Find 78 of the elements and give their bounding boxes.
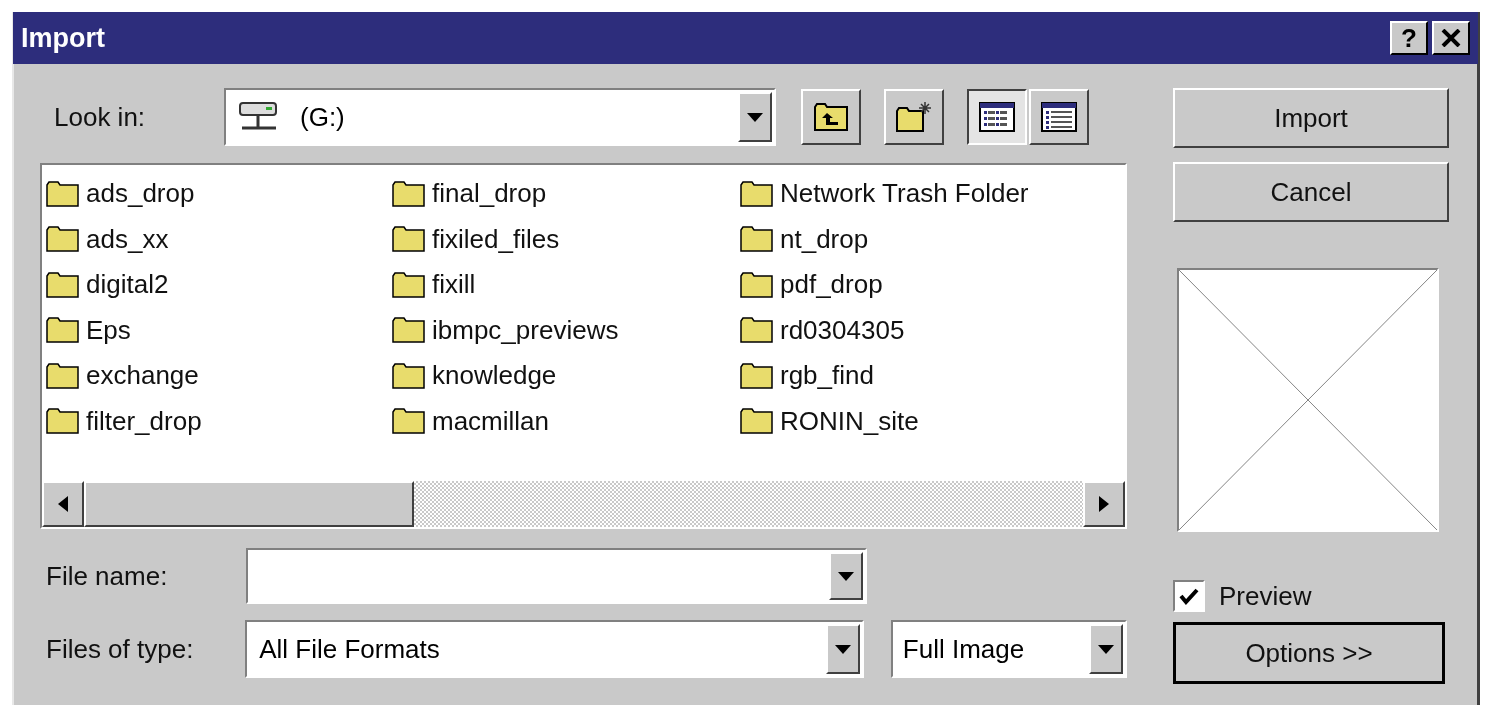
folder-name[interactable]: knowledge [432, 360, 557, 392]
options-button[interactable]: Options >> [1173, 622, 1445, 684]
folder-icon [740, 271, 774, 298]
caret-icon [1098, 644, 1114, 654]
dropdown-button[interactable] [1089, 624, 1123, 674]
folder-name[interactable]: pdf_drop [780, 269, 883, 301]
close-icon [1441, 29, 1461, 47]
scroll-right-button[interactable] [1083, 481, 1125, 527]
dropdown-button[interactable] [829, 552, 863, 600]
folder-name[interactable]: Eps [86, 314, 131, 346]
folder-icon [46, 408, 80, 435]
up-folder-button[interactable] [801, 89, 861, 145]
horizontal-scrollbar[interactable] [42, 481, 1125, 527]
new-folder-button[interactable] [884, 89, 944, 145]
folder-name[interactable]: filter_drop [86, 405, 202, 437]
folder-name[interactable]: fixill [432, 269, 476, 301]
folder-icon [740, 180, 774, 207]
scroll-left-button[interactable] [42, 481, 84, 527]
folder-icon [392, 362, 426, 389]
window-title: Import [21, 22, 106, 54]
folder-name[interactable]: digital2 [86, 269, 169, 301]
up-folder-icon [813, 102, 849, 132]
file-type-label: Files of type: [45, 633, 195, 665]
folder-icon [392, 317, 426, 344]
file-type-dropdown[interactable]: All File Formats [245, 620, 864, 678]
image-mode-value: Full Image [902, 633, 1025, 665]
folder-name[interactable]: final_drop [432, 178, 547, 210]
close-button[interactable] [1432, 21, 1470, 55]
right-arrow-icon [1099, 496, 1109, 512]
list-view-icon [979, 102, 1015, 132]
list-view-button[interactable] [967, 89, 1027, 145]
folder-icon [740, 362, 774, 389]
help-button[interactable]: ? [1390, 21, 1428, 55]
folder-icon [392, 180, 426, 207]
look-in-value: (G:) [300, 101, 345, 133]
preview-checkbox[interactable] [1173, 580, 1205, 612]
folder-name[interactable]: ibmpc_previews [432, 314, 619, 346]
folder-icon [392, 408, 426, 435]
new-folder-icon [895, 101, 933, 133]
caret-icon [747, 112, 763, 122]
scroll-thumb[interactable] [84, 481, 414, 527]
folder-icon [46, 317, 80, 344]
folder-icon [46, 226, 80, 253]
look-in-dropdown[interactable]: (G:) [224, 88, 776, 146]
look-in-label: Look in: [53, 101, 147, 133]
folder-name[interactable]: ads_drop [86, 178, 195, 210]
dropdown-button[interactable] [738, 92, 772, 142]
folder-icon [392, 226, 426, 253]
details-view-icon [1041, 102, 1077, 132]
folder-icon [740, 226, 774, 253]
folder-name[interactable]: fixiled_files [432, 223, 560, 255]
folder-icon [392, 271, 426, 298]
caret-icon [838, 571, 854, 581]
caret-icon [834, 644, 851, 654]
folder-icon [46, 362, 80, 389]
dropdown-button[interactable] [825, 624, 860, 674]
folder-name[interactable]: rd0304305 [780, 314, 905, 346]
folder-icon [46, 271, 80, 298]
details-view-button[interactable] [1029, 89, 1089, 145]
cancel-button[interactable]: Cancel [1173, 162, 1449, 222]
left-arrow-icon [58, 496, 68, 512]
folder-name[interactable]: ads_xx [86, 223, 169, 255]
folder-name[interactable]: RONIN_site [780, 405, 919, 437]
folder-name[interactable]: rgb_find [780, 360, 874, 392]
folder-icon [740, 408, 774, 435]
image-mode-dropdown[interactable]: Full Image [890, 620, 1127, 678]
import-button[interactable]: Import [1173, 88, 1449, 148]
folder-name[interactable]: nt_drop [780, 223, 869, 255]
check-icon [1179, 587, 1199, 605]
file-name-field[interactable] [246, 548, 867, 604]
file-name-label: File name: [45, 560, 169, 592]
folder-name[interactable]: macmillan [432, 405, 550, 437]
file-type-value: All File Formats [259, 633, 440, 665]
folder-name[interactable]: exchange [86, 360, 199, 392]
folder-icon [46, 180, 80, 207]
preview-label: Preview [1219, 580, 1312, 612]
folder-name[interactable]: Network Trash Folder [780, 178, 1029, 210]
folder-icon [740, 317, 774, 344]
